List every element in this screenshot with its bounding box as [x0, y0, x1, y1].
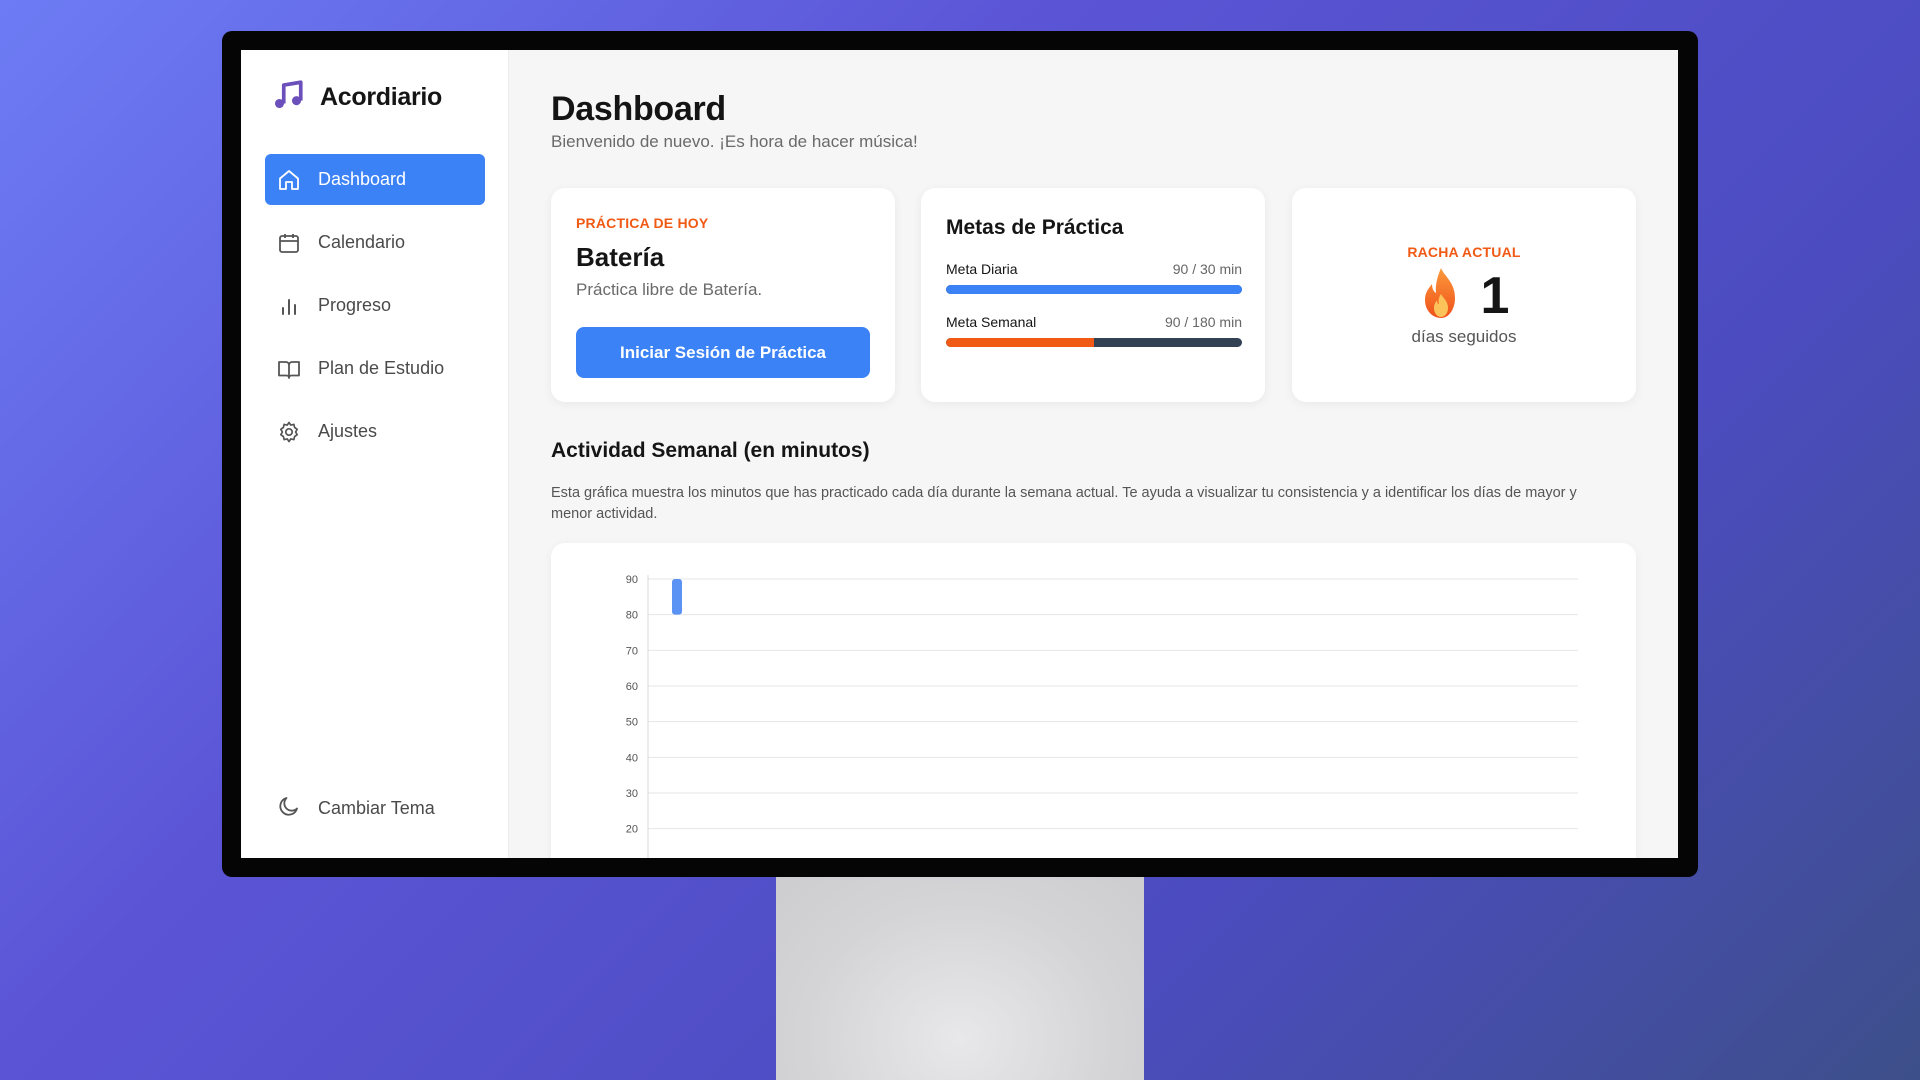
theme-toggle-button[interactable]: Cambiar Tema — [277, 794, 435, 823]
chart-bar — [672, 579, 682, 615]
monitor-frame: Acordiario Dashboard Calendario Progreso… — [222, 31, 1698, 877]
weekly-goal: Meta Semanal 90 / 180 min — [946, 314, 1242, 347]
today-practice-eyebrow: PRÁCTICA DE HOY — [576, 215, 709, 231]
music-note-icon — [271, 78, 305, 117]
streak-value: 1 — [1480, 266, 1510, 325]
y-tick-label: 80 — [626, 610, 638, 622]
weekly-activity-title: Actividad Semanal (en minutos) — [551, 439, 870, 462]
start-practice-button[interactable]: Iniciar Sesión de Práctica — [576, 327, 870, 378]
today-practice-description: Práctica libre de Batería. — [576, 280, 763, 299]
weekly-goal-value: 90 / 180 min — [1164, 314, 1242, 330]
sidebar-nav: Dashboard Calendario Progreso Plan de Es… — [265, 154, 485, 469]
theme-toggle-label: Cambiar Tema — [318, 798, 435, 818]
sidebar-item-label: Plan de Estudio — [318, 358, 445, 378]
book-icon — [277, 357, 301, 381]
fire-icon — [1419, 266, 1463, 325]
sidebar-item-ajustes[interactable]: Ajustes — [265, 406, 485, 457]
gear-icon — [277, 420, 301, 444]
daily-goal-progress-fill — [946, 285, 1242, 294]
y-tick-label: 40 — [626, 752, 638, 764]
page-title: Dashboard — [551, 90, 726, 128]
streak-card: RACHA ACTUAL 1 días seguidos — [1292, 188, 1636, 402]
y-tick-label: 60 — [626, 681, 638, 693]
daily-goal-value: 90 / 30 min — [1172, 261, 1242, 277]
sidebar-item-label: Calendario — [318, 232, 406, 252]
y-tick-label: 90 — [626, 574, 638, 586]
today-practice-title: Batería — [576, 242, 665, 272]
monitor-stand — [776, 876, 1144, 1080]
weekly-activity-description: Esta gráfica muestra los minutos que has… — [551, 485, 1577, 522]
y-tick-label: 30 — [626, 788, 638, 800]
streak-eyebrow: RACHA ACTUAL — [1407, 244, 1521, 260]
sidebar-item-dashboard[interactable]: Dashboard — [265, 154, 485, 205]
weekly-activity-chart-svg: 908070605040302010 — [626, 574, 1578, 858]
sidebar-item-label: Dashboard — [318, 169, 407, 189]
bar-chart-icon — [277, 294, 301, 318]
calendar-icon — [277, 231, 301, 255]
weekly-goal-label: Meta Semanal — [946, 314, 1037, 330]
y-tick-label: 70 — [626, 645, 638, 657]
daily-goal: Meta Diaria 90 / 30 min — [946, 261, 1242, 294]
sidebar-item-calendario[interactable]: Calendario — [265, 217, 485, 268]
app-name: Acordiario — [320, 83, 443, 111]
weekly-goal-progress-fill — [946, 338, 1094, 347]
sidebar-item-label: Progreso — [318, 295, 392, 315]
streak-caption: días seguidos — [1411, 327, 1517, 346]
sidebar-item-label: Ajustes — [318, 421, 378, 441]
practice-goals-card: Metas de Práctica Meta Diaria 90 / 30 mi… — [921, 188, 1265, 402]
sidebar-item-plan-de-estudio[interactable]: Plan de Estudio — [265, 343, 485, 394]
weekly-activity-chart: 90 80 70 60 50 40 30 20 10 — [551, 543, 1636, 858]
y-tick-label: 50 — [626, 717, 638, 729]
weekly-goal-progress-bar — [946, 338, 1242, 347]
brand[interactable]: Acordiario — [271, 78, 442, 117]
app-window: Acordiario Dashboard Calendario Progreso… — [241, 50, 1678, 858]
page-subtitle: Bienvenido de nuevo. ¡Es hora de hacer m… — [551, 132, 918, 151]
sidebar-item-progreso[interactable]: Progreso — [265, 280, 485, 331]
sidebar: Acordiario Dashboard Calendario Progreso… — [241, 50, 509, 858]
daily-goal-label: Meta Diaria — [946, 261, 1018, 277]
today-practice-card: PRÁCTICA DE HOY Batería Práctica libre d… — [551, 188, 895, 402]
main-content: Dashboard Bienvenido de nuevo. ¡Es hora … — [509, 50, 1678, 858]
daily-goal-progress-bar — [946, 285, 1242, 294]
home-icon — [277, 168, 301, 192]
practice-goals-title: Metas de Práctica — [946, 216, 1124, 239]
moon-icon — [277, 794, 301, 823]
y-tick-label: 20 — [626, 824, 638, 836]
